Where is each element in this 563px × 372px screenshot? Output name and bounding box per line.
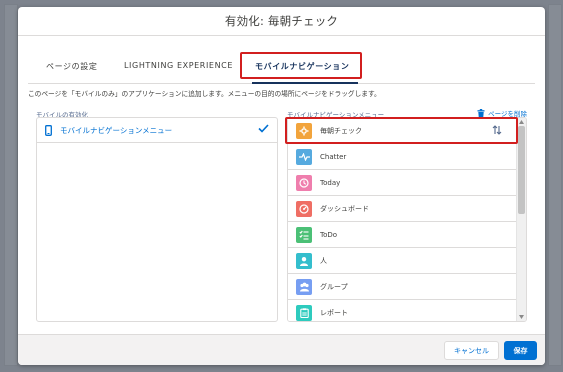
nav-menu-item-groups[interactable]: グループ xyxy=(288,274,516,300)
gauge-icon xyxy=(296,200,312,217)
nav-menu-item-todo[interactable]: ToDo xyxy=(288,222,516,248)
tab-bar: ページの設定 LIGHTNING EXPERIENCE モバイルナビゲーション xyxy=(28,57,535,84)
nav-menu-item-label: Chatter xyxy=(320,152,347,161)
nav-menu-item-chatter[interactable]: Chatter xyxy=(288,144,516,170)
pulse-icon xyxy=(296,148,312,165)
report-icon xyxy=(296,304,312,321)
nav-menu-item-today[interactable]: Today xyxy=(288,170,516,196)
nav-menu-item-dashboard[interactable]: ダッシュボード xyxy=(288,196,516,222)
modal-footer: キャンセル 保存 xyxy=(18,334,545,365)
modal-title: 有効化: 毎朝チェック xyxy=(224,14,339,28)
nav-menu-item-label: レポート xyxy=(320,308,348,317)
reorder-icon[interactable] xyxy=(492,125,502,135)
background-panel xyxy=(4,4,18,366)
nav-menu-item-label: グループ xyxy=(320,282,348,291)
scrollbar[interactable] xyxy=(516,118,526,321)
nav-menu-item-reports[interactable]: レポート xyxy=(288,300,516,321)
mobile-nav-menu-option[interactable]: モバイルナビゲーションメニュー xyxy=(37,118,277,143)
modal-header: 有効化: 毎朝チェック xyxy=(18,7,545,36)
tab-mobile-navigation[interactable]: モバイルナビゲーション xyxy=(255,61,349,72)
lightning-page-icon xyxy=(296,122,312,139)
mobile-phone-icon xyxy=(45,124,52,136)
nav-menu-item-label: 人 xyxy=(320,256,327,265)
nav-menu-item-label: 毎朝チェック xyxy=(320,126,362,135)
save-button[interactable]: 保存 xyxy=(504,341,537,360)
person-icon xyxy=(296,252,312,269)
scroll-down-arrow-icon[interactable] xyxy=(517,313,526,321)
active-tab-indicator xyxy=(252,82,358,84)
scroll-up-arrow-icon[interactable] xyxy=(517,118,526,126)
mobile-nav-menu-option-label: モバイルナビゲーションメニュー xyxy=(60,125,173,135)
scrollbar-thumb[interactable] xyxy=(518,126,525,214)
group-icon xyxy=(296,278,312,295)
nav-menu-item-people[interactable]: 人 xyxy=(288,248,516,274)
nav-menu-item-label: Today xyxy=(320,178,341,187)
description-text: このページを「モバイルのみ」のアプリケーションに追加します。メニューの目的の場所… xyxy=(28,90,381,98)
nav-menu-item-label: ダッシュボード xyxy=(320,204,369,213)
clock-icon xyxy=(296,174,312,191)
checklist-icon xyxy=(296,226,312,243)
tab-lightning-experience[interactable]: LIGHTNING EXPERIENCE xyxy=(124,61,233,70)
background-panel xyxy=(548,4,562,366)
nav-menu-item-label: ToDo xyxy=(320,230,338,239)
cancel-button[interactable]: キャンセル xyxy=(444,341,499,360)
tab-page-settings[interactable]: ページの設定 xyxy=(46,61,97,72)
checkmark-icon xyxy=(258,124,269,133)
nav-menu-item-morning-check[interactable]: 毎朝チェック xyxy=(288,118,516,144)
mobile-nav-menu-panel: 毎朝チェック Chatter Today ダッシュボード ToDo 人 グループ… xyxy=(287,117,527,322)
mobile-activation-panel: モバイルナビゲーションメニュー xyxy=(36,117,278,322)
activation-modal: 有効化: 毎朝チェック ページの設定 LIGHTNING EXPERIENCE … xyxy=(18,7,545,365)
